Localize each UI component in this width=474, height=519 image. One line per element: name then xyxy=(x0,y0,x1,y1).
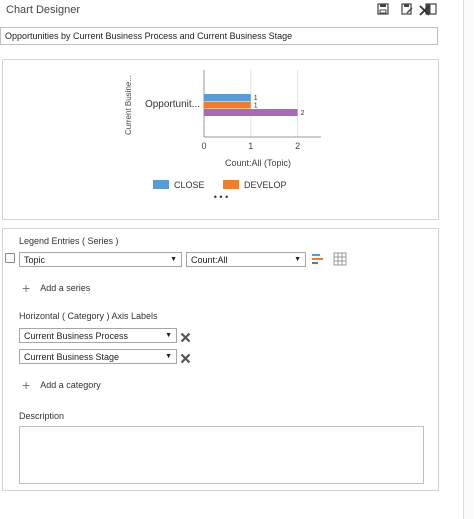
category-select-2[interactable]: Current Business Stage ▼ xyxy=(19,349,177,364)
chevron-down-icon: ▼ xyxy=(294,256,301,263)
category-value-1: Current Business Process xyxy=(24,331,129,341)
x-tick-label: 0 xyxy=(201,141,206,151)
series-aggregate-select[interactable]: Count:All ▼ xyxy=(186,252,306,267)
window-title: Chart Designer xyxy=(6,4,80,16)
data-label: 1 xyxy=(254,103,258,110)
add-series-label: Add a series xyxy=(40,283,91,293)
x-axis-title: Count:All (Topic) xyxy=(225,158,291,168)
series-section-label: Legend Entries ( Series ) xyxy=(19,236,119,246)
x-tick-label: 1 xyxy=(248,141,253,151)
x-tick-label: 2 xyxy=(295,141,300,151)
scrollbar[interactable] xyxy=(463,0,473,519)
bar xyxy=(204,101,251,109)
chart-preview: 1120 1 2Opportunit...Count:All (Topic)Curr… xyxy=(124,70,321,202)
series-field-select[interactable]: Topic ▼ xyxy=(19,252,182,267)
save-edit-icon[interactable] xyxy=(400,2,414,16)
data-label: 2 xyxy=(301,110,305,117)
series-field-value: Topic xyxy=(24,255,46,265)
description-label: Description xyxy=(19,411,65,421)
series-checkbox[interactable] xyxy=(5,253,15,263)
chart-name-input[interactable] xyxy=(0,27,438,45)
add-series-link[interactable]: + Add a series xyxy=(22,281,90,295)
bar xyxy=(204,94,251,101)
close-icon[interactable] xyxy=(417,3,431,17)
chevron-down-icon: ▼ xyxy=(165,353,172,360)
grid-options-icon[interactable] xyxy=(333,252,347,266)
category-section-label: Horizontal ( Category ) Axis Labels xyxy=(19,311,158,321)
chevron-down-icon: ▼ xyxy=(165,332,172,339)
description-textarea[interactable] xyxy=(19,426,424,484)
remove-category-icon[interactable] xyxy=(180,332,191,343)
chevron-down-icon: ▼ xyxy=(170,256,177,263)
legend-swatch xyxy=(223,180,239,189)
chart-preview-panel: 1 1 2 0 1 2 Opportunit... Count:All (Topic) Curr… xyxy=(2,59,439,220)
add-category-label: Add a category xyxy=(40,380,101,390)
category-select-1[interactable]: Current Business Process ▼ xyxy=(19,328,177,343)
plus-icon: + xyxy=(22,280,31,296)
data-label: 1 xyxy=(254,95,258,102)
bar xyxy=(204,109,298,116)
add-category-link[interactable]: + Add a category xyxy=(22,378,101,392)
legend-swatch xyxy=(153,180,169,189)
category-value-2: Current Business Stage xyxy=(24,352,120,362)
legend-label: DEVELOP xyxy=(244,180,287,190)
legend-label: CLOSE xyxy=(174,180,205,190)
bar-chart-options-icon[interactable] xyxy=(311,252,325,266)
save-icon[interactable] xyxy=(376,2,390,16)
legend-more-indicator: • • • xyxy=(214,192,228,202)
y-axis-title: Current Busine... xyxy=(124,75,133,135)
remove-category-icon[interactable] xyxy=(180,353,191,364)
category-label: Opportunit... xyxy=(145,99,200,110)
plus-icon: + xyxy=(22,377,31,393)
series-aggregate-value: Count:All xyxy=(191,255,228,265)
